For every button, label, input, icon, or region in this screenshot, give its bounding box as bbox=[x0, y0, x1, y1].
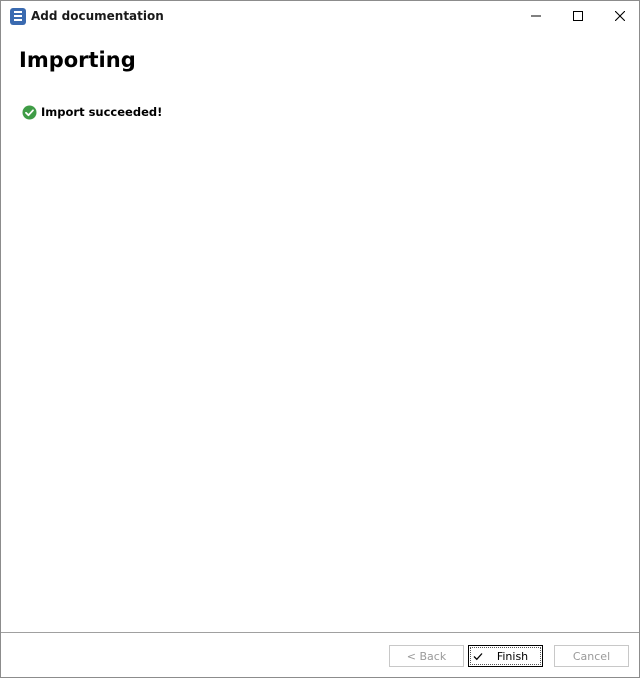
import-status: Import succeeded! bbox=[22, 104, 162, 120]
status-message: Import succeeded! bbox=[41, 105, 163, 119]
page-title: Importing bbox=[19, 48, 136, 72]
add-documentation-window: Add documentation Importing Import succe… bbox=[0, 0, 640, 678]
checkmark-icon bbox=[473, 652, 483, 661]
cancel-button[interactable]: Cancel bbox=[554, 645, 629, 667]
check-circle-icon bbox=[22, 105, 37, 120]
document-stack-icon bbox=[10, 8, 26, 25]
window-title: Add documentation bbox=[31, 9, 164, 23]
cancel-button-label: Cancel bbox=[572, 649, 611, 663]
back-button[interactable]: < Back bbox=[389, 645, 464, 667]
maximize-button[interactable] bbox=[556, 1, 600, 32]
minimize-icon bbox=[531, 8, 541, 26]
finish-button[interactable]: Finish bbox=[468, 645, 543, 667]
finish-button-label: Finish bbox=[496, 649, 529, 663]
title-bar[interactable]: Add documentation bbox=[1, 1, 639, 32]
minimize-button[interactable] bbox=[514, 1, 558, 32]
close-icon bbox=[614, 8, 626, 26]
close-button[interactable] bbox=[598, 1, 640, 32]
footer-divider bbox=[1, 632, 639, 633]
maximize-icon bbox=[573, 8, 583, 26]
back-button-label: < Back bbox=[406, 649, 447, 663]
